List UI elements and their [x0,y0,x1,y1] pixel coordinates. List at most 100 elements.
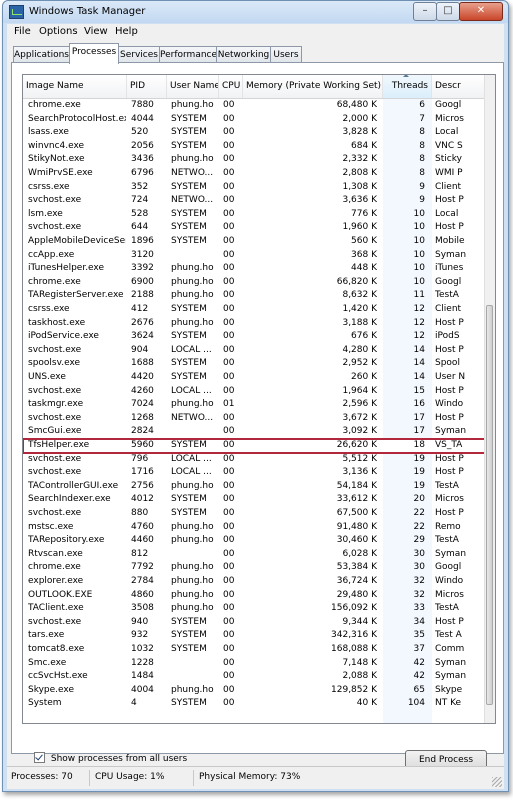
process-pid: 4860 [131,589,154,600]
process-row[interactable]: System 4 SYSTEM 00 40 K 104 NT Ke [23,697,485,711]
process-cpu: 00 [223,494,235,505]
process-row[interactable]: lsass.exe 520 SYSTEM 00 3,828 K 8 Local [23,126,485,140]
process-row[interactable]: StikyNot.exe 3436 phung.ho 00 2,332 K 8 Sticky [23,153,485,167]
title-bar[interactable]: Windows Task Manager – □ ✕ [3,1,508,23]
process-threads: 22 [413,508,425,518]
process-row[interactable]: csrss.exe 412 SYSTEM 00 1,420 K 12 Client [23,303,485,317]
process-threads: 8 [419,140,425,151]
process-row[interactable]: ccSvcHst.exe 1484 00 2,088 K 42 Syman [23,670,485,684]
process-row[interactable]: svchost.exe 724 NETWO... 00 3,636 K 9 Host P [23,194,485,208]
sort-ascending-icon [403,75,409,77]
show-all-users-option[interactable]: Show processes from all users [34,752,187,764]
column-pid[interactable]: PID [127,75,167,98]
column-image-name[interactable]: Image Name [23,75,127,98]
column-cpu[interactable]: CPU [219,75,243,98]
process-row[interactable]: SearchProtocolHost.exe 4044 SYSTEM 00 2,000 … [23,113,485,127]
menu-help[interactable]: Help [115,26,138,37]
process-row[interactable]: chrome.exe 7880 phung.ho 00 68,480 K 6 Googl [23,99,485,113]
process-row[interactable]: svchost.exe 904 LOCAL ... 00 4,280 K 14 Host P [23,344,485,358]
process-row[interactable]: csrss.exe 352 SYSTEM 00 1,308 K 9 Client [23,181,485,195]
process-row[interactable]: svchost.exe 4260 LOCAL ... 00 1,964 K 15 Host … [23,385,485,399]
vertical-scrollbar[interactable] [484,75,495,723]
menu-file[interactable]: File [14,26,31,37]
show-all-users-checkbox[interactable] [34,752,45,763]
process-row[interactable]: Skype.exe 4004 phung.ho 00 129,852 K 65 Skype [23,684,485,698]
menu-view[interactable]: View [84,26,108,37]
process-cpu: 00 [223,480,235,491]
process-user: phung.ho [171,317,214,328]
process-row[interactable]: tars.exe 932 SYSTEM 00 342,316 K 35 Test A [23,629,485,643]
process-row[interactable]: explorer.exe 2784 phung.ho 00 36,724 K 32 Wind… [23,575,485,589]
process-pid: 1896 [131,236,154,246]
process-row[interactable]: mstsc.exe 4760 phung.ho 00 91,480 K 22 Remo [23,521,485,535]
process-row[interactable]: TAClient.exe 3508 phung.ho 00 156,092 K 33 Tes… [23,602,485,616]
column-threads[interactable]: Threads [383,75,432,98]
process-pid: 7792 [131,562,154,573]
process-row[interactable]: svchost.exe 796 LOCAL ... 00 5,512 K 19 Host P [23,453,485,467]
process-row[interactable]: Rtvscan.exe 812 00 6,028 K 30 Syman [23,548,485,562]
minimize-button[interactable]: – [413,2,437,21]
selected-process-row[interactable]: TfsHelper.exe 5960 SYSTEM 00 26,620 K 18 VS_TA [23,438,485,454]
process-description: VNC S [435,140,463,151]
process-row[interactable]: lsm.exe 528 SYSTEM 00 776 K 10 Local [23,208,485,222]
process-row[interactable]: AppleMobileDeviceSer... 1896 SYSTEM 00 560 K… [23,235,485,249]
close-button[interactable]: ✕ [459,2,503,21]
process-row[interactable]: TAControllerGUI.exe 2756 phung.ho 00 54,184 … [23,480,485,494]
process-row[interactable]: WmiPrvSE.exe 6796 NETWO... 00 2,808 K 8 WMI P [23,167,485,181]
process-row[interactable]: taskmgr.exe 7024 phung.ho 01 2,596 K 16 Windo [23,398,485,412]
process-user: SYSTEM [171,372,207,382]
process-row[interactable]: iTunesHelper.exe 3392 phung.ho 00 448 K 10 iTu… [23,262,485,276]
process-row[interactable]: taskhost.exe 2676 phung.ho 00 3,188 K 12 Host … [23,317,485,331]
process-row[interactable]: svchost.exe 644 SYSTEM 00 1,960 K 10 Host P [23,221,485,235]
process-row[interactable]: svchost.exe 880 SYSTEM 00 67,500 K 22 Host P [23,507,485,521]
column-description[interactable]: Descr [432,75,485,98]
process-name: TARepository.exe [28,535,105,546]
process-row[interactable]: svchost.exe 1268 NETWO... 00 3,672 K 17 Host P [23,412,485,426]
process-pid: 4260 [131,385,154,396]
process-row[interactable]: tomcat8.exe 1032 SYSTEM 00 168,088 K 37 Comm [23,643,485,657]
process-memory: 676 K [351,331,377,342]
process-threads: 30 [413,548,425,559]
process-row[interactable]: svchost.exe 1716 LOCAL ... 00 3,136 K 19 Host … [23,466,485,480]
tab-services[interactable]: Services [118,46,160,63]
process-row[interactable]: spoolsv.exe 1688 SYSTEM 00 2,952 K 14 Spool [23,357,485,371]
process-row[interactable]: TARepository.exe 4460 phung.ho 00 30,460 K 29… [23,534,485,548]
process-row[interactable]: svchost.exe 940 SYSTEM 00 9,344 K 34 Host P [23,616,485,630]
process-row[interactable]: SearchIndexer.exe 4012 SYSTEM 00 33,612 K 20 M… [23,493,485,507]
maximize-button[interactable]: □ [436,2,460,21]
column-user-name[interactable]: User Name [167,75,219,98]
process-name: System [28,698,62,709]
process-cpu: 00 [223,208,235,219]
process-row[interactable]: Smc.exe 1228 00 7,148 K 42 Syman [23,657,485,671]
process-row[interactable]: chrome.exe 6900 phung.ho 00 66,820 K 10 Googl [23,276,485,290]
process-row[interactable]: chrome.exe 7792 phung.ho 00 53,384 K 30 Googl [23,561,485,575]
process-pid: 6796 [131,168,154,178]
resize-grip-icon[interactable] [492,777,502,787]
process-row[interactable]: iPodService.exe 3624 SYSTEM 00 676 K 12 iPodS [23,330,485,344]
tab-users[interactable]: Users [270,46,302,63]
process-threads: 65 [413,684,425,695]
column-memory[interactable]: Memory (Private Working Set) [243,75,383,98]
process-row[interactable]: ccApp.exe 3120 00 368 K 10 Syman [23,249,485,263]
tab-networking[interactable]: Networking [216,46,271,63]
process-user: phung.ho [171,684,214,695]
process-name: svchost.exe [28,344,82,355]
process-name: UNS.exe [28,372,66,382]
process-row[interactable]: UNS.exe 4420 SYSTEM 00 260 K 14 User N [23,371,485,385]
task-manager-window: Windows Task Manager – □ ✕ File Options … [2,0,509,792]
tab-performance[interactable]: Performance [159,46,217,63]
tab-applications[interactable]: Applications [13,46,70,63]
process-row[interactable]: TARegisterServer.exe 2188 phung.ho 00 8,632 … [23,289,485,303]
process-row[interactable]: OUTLOOK.EXE 4860 phung.ho 00 29,480 K 32 Micro… [23,589,485,603]
tab-processes[interactable]: Processes [69,43,119,64]
scrollbar-thumb[interactable] [486,305,493,705]
process-list[interactable]: Image Name PID User Name CPU Memory (Pri… [22,74,496,724]
process-row[interactable]: winvnc4.exe 2056 SYSTEM 00 684 K 8 VNC S [23,140,485,154]
process-pid: 7024 [131,399,154,410]
process-threads: 42 [413,671,425,682]
process-threads: 6 [419,100,425,110]
status-separator [89,770,90,786]
process-cpu: 00 [223,344,235,355]
menu-options[interactable]: Options [39,26,78,37]
process-row[interactable]: SmcGui.exe 2824 00 3,092 K 17 Syman [23,425,485,439]
